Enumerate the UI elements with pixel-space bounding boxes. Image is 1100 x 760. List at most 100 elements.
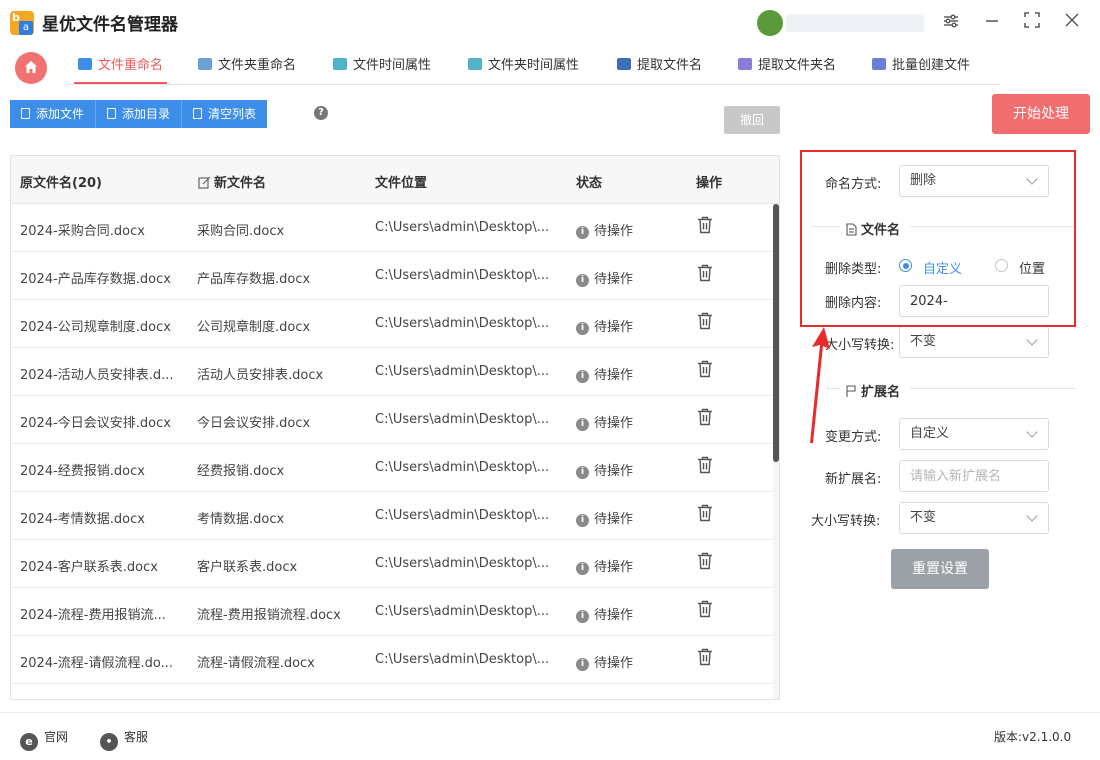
info-icon: i: [576, 466, 589, 479]
folder-time-icon: [468, 58, 482, 70]
tab-file-time[interactable]: 文件时间属性: [333, 54, 431, 84]
file-icon: [21, 108, 30, 119]
status-cell: i 待操作: [576, 604, 676, 623]
user-name-redacted: [786, 14, 924, 32]
delete-row-button[interactable]: [697, 552, 719, 574]
app-logo: b a: [10, 11, 34, 35]
close-icon[interactable]: [1061, 12, 1083, 34]
file-table: 原文件名(20) 新文件名 文件位置 状态 操作 2024-采购合同.docx 采…: [10, 155, 780, 700]
table-row[interactable]: 2024-活动人员安排表.d... 活动人员安排表.docx C:\Users\ad…: [11, 348, 773, 396]
start-processing-button[interactable]: 开始处理: [992, 94, 1090, 134]
delete-row-button[interactable]: [697, 600, 719, 622]
table-row[interactable]: 2024-今日会议安排.docx 今日会议安排.docx C:\Users\admi…: [11, 396, 773, 444]
add-directory-button[interactable]: 添加目录: [96, 100, 183, 128]
chevron-down-icon: [1026, 510, 1038, 522]
original-filename: 2024-公司规章制度.docx: [20, 320, 171, 335]
status-cell: i 待操作: [576, 460, 676, 479]
info-icon: i: [576, 658, 589, 671]
new-filename: 流程-费用报销流程.docx: [197, 608, 341, 623]
scrollbar-thumb[interactable]: [773, 204, 779, 462]
trash-icon: [698, 456, 712, 474]
file-location: C:\Users\admin\Desktop\...: [375, 412, 550, 427]
trash-icon: [698, 504, 712, 522]
extension-section-title: 扩展名: [846, 381, 900, 400]
rename-icon: [78, 58, 92, 70]
trash-icon: [698, 552, 712, 570]
case-convert-select[interactable]: 不变: [899, 326, 1049, 358]
home-icon: [25, 61, 37, 73]
extract-foldername-icon: [738, 58, 752, 70]
clear-list-button[interactable]: 清空列表: [182, 100, 268, 128]
tab-file-rename[interactable]: 文件重命名: [73, 54, 168, 84]
trash-icon: [698, 408, 712, 426]
header-original-name: 原文件名(20): [20, 176, 102, 191]
info-icon: i: [576, 322, 589, 335]
website-link[interactable]: e 官网: [20, 728, 68, 751]
file-location: C:\Users\admin\Desktop\...: [375, 508, 550, 523]
file-location: C:\Users\admin\Desktop\...: [375, 316, 550, 331]
tab-folder-rename[interactable]: 文件夹重命名: [198, 54, 296, 84]
tab-folder-time[interactable]: 文件夹时间属性: [468, 54, 579, 84]
delete-row-button[interactable]: [697, 648, 719, 670]
change-method-select[interactable]: 自定义: [899, 418, 1049, 450]
trash-icon: [698, 648, 712, 666]
delete-row-button[interactable]: [697, 264, 719, 286]
delete-row-button[interactable]: [697, 312, 719, 334]
table-body: 2024-采购合同.docx 采购合同.docx C:\Users\admin\De…: [11, 204, 773, 684]
highlight-box: [800, 150, 1076, 327]
minimize-icon[interactable]: [981, 12, 1003, 34]
ext-case-convert-select[interactable]: 不变: [899, 502, 1049, 534]
table-row[interactable]: 2024-考情数据.docx 考情数据.docx C:\Users\admin\De…: [11, 492, 773, 540]
status-cell: i 待操作: [576, 556, 676, 575]
delete-row-button[interactable]: [697, 456, 719, 478]
trash-icon: [698, 360, 712, 378]
title-bar: b a 星优文件名管理器: [0, 0, 1100, 46]
customer-service-link[interactable]: • 客服: [100, 728, 148, 751]
app-title: 星优文件名管理器: [42, 15, 178, 35]
new-filename: 客户联系表.docx: [197, 560, 298, 575]
tab-extract-filename[interactable]: 提取文件名: [617, 54, 702, 84]
table-row[interactable]: 2024-流程-费用报销流... 流程-费用报销流程.docx C:\Users\a…: [11, 588, 773, 636]
help-icon[interactable]: ?: [314, 106, 328, 120]
delete-row-button[interactable]: [697, 504, 719, 526]
add-file-button[interactable]: 添加文件: [10, 100, 97, 128]
table-row[interactable]: 2024-流程-请假流程.do... 流程-请假流程.docx C:\Users\a…: [11, 636, 773, 684]
undo-button[interactable]: 撤回: [724, 106, 780, 134]
new-extension-input[interactable]: [899, 460, 1049, 492]
status-cell: i 待操作: [576, 652, 676, 671]
section-divider: [910, 388, 1075, 389]
status-cell: i 待操作: [576, 412, 676, 431]
home-button[interactable]: [15, 52, 47, 84]
file-icon: [107, 108, 117, 119]
file-location: C:\Users\admin\Desktop\...: [375, 220, 550, 235]
table-row[interactable]: 2024-采购合同.docx 采购合同.docx C:\Users\admin\De…: [11, 204, 773, 252]
user-avatar[interactable]: [757, 10, 783, 36]
original-filename: 2024-采购合同.docx: [20, 224, 145, 239]
delete-row-button[interactable]: [697, 408, 719, 430]
file-location: C:\Users\admin\Desktop\...: [375, 556, 550, 571]
info-icon: i: [576, 274, 589, 287]
maximize-icon[interactable]: [1021, 12, 1043, 34]
status-cell: i 待操作: [576, 364, 676, 383]
flag-icon: [846, 385, 856, 397]
original-filename: 2024-客户联系表.docx: [20, 560, 158, 575]
delete-row-button[interactable]: [697, 360, 719, 382]
table-row[interactable]: 2024-公司规章制度.docx 公司规章制度.docx C:\Users\admi…: [11, 300, 773, 348]
reset-settings-button[interactable]: 重置设置: [891, 549, 989, 589]
table-scrollbar[interactable]: [773, 204, 779, 699]
table-row[interactable]: 2024-客户联系表.docx 客户联系表.docx C:\Users\admin\…: [11, 540, 773, 588]
file-location: C:\Users\admin\Desktop\...: [375, 652, 550, 667]
new-filename: 今日会议安排.docx: [197, 416, 311, 431]
table-row[interactable]: 2024-经费报销.docx 经费报销.docx C:\Users\admin\De…: [11, 444, 773, 492]
table-row[interactable]: 2024-产品库存数据.docx 产品库存数据.docx C:\Users\admi…: [11, 252, 773, 300]
status-cell: i 待操作: [576, 316, 676, 335]
file-time-icon: [333, 58, 347, 70]
status-cell: i 待操作: [576, 508, 676, 527]
delete-row-button[interactable]: [697, 216, 719, 238]
tab-extract-foldername[interactable]: 提取文件夹名: [738, 54, 836, 84]
tab-batch-create[interactable]: 批量创建文件: [872, 54, 970, 84]
settings-sliders-icon[interactable]: [940, 12, 962, 34]
info-icon: i: [576, 226, 589, 239]
new-filename: 流程-请假流程.docx: [197, 656, 315, 671]
status-cell: i 待操作: [576, 268, 676, 287]
